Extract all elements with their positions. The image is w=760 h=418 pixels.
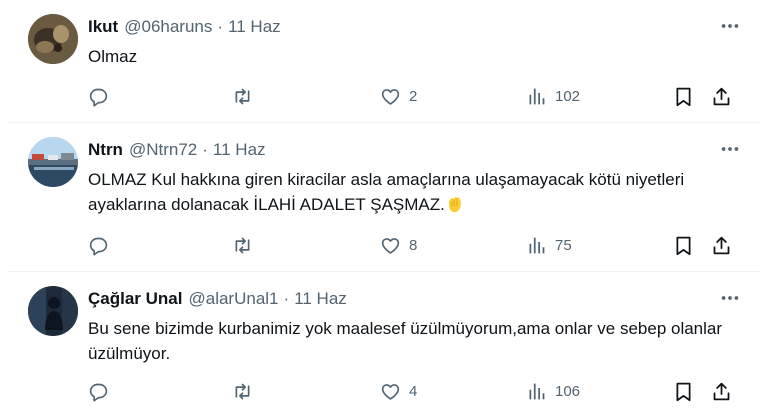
- bookmark-button[interactable]: [673, 379, 694, 403]
- reply-button[interactable]: [88, 233, 117, 257]
- retweet-button[interactable]: [232, 379, 261, 403]
- retweet-icon: [235, 88, 250, 104]
- heart-icon: [381, 383, 400, 400]
- display-name[interactable]: Ntrn: [88, 140, 123, 160]
- more-horizontal-icon: [721, 24, 739, 28]
- share-upload-icon: [713, 382, 730, 400]
- bookmark-button[interactable]: [673, 84, 694, 108]
- like-button[interactable]: 4: [380, 379, 417, 403]
- reply-button[interactable]: [88, 379, 117, 403]
- separator-dot: ·: [283, 289, 290, 308]
- like-button[interactable]: 2: [380, 84, 417, 108]
- share-button[interactable]: [711, 379, 732, 403]
- like-count: 8: [409, 236, 418, 254]
- avatar[interactable]: [28, 137, 78, 187]
- tweet-text: Olmaz: [88, 47, 138, 66]
- bookmark-icon: [676, 236, 691, 255]
- timestamp[interactable]: 11 Haz: [213, 140, 266, 160]
- like-count: 4: [409, 382, 418, 400]
- views-count: 106: [555, 382, 581, 400]
- share-upload-icon: [713, 236, 730, 254]
- views-button[interactable]: 102: [526, 84, 580, 108]
- retweet-button[interactable]: [232, 84, 261, 108]
- heart-icon: [381, 237, 400, 254]
- share-button[interactable]: [711, 84, 732, 108]
- reply-bubble-icon: [89, 88, 108, 107]
- views-chart-icon: [529, 88, 545, 104]
- retweet-icon: [235, 237, 250, 253]
- views-chart-icon: [529, 383, 545, 399]
- clapping-hands-icon: [448, 197, 461, 213]
- reply-bubble-icon: [89, 383, 108, 402]
- user-handle[interactable]: @06haruns: [124, 17, 212, 37]
- bookmark-button[interactable]: [673, 233, 694, 257]
- tweet[interactable]: Ntrn @Ntrn72 · 11 Haz OLMAZ Kul hakkına …: [8, 123, 760, 272]
- avatar[interactable]: [28, 14, 78, 64]
- like-count: 2: [409, 87, 418, 105]
- tweet-header: Ntrn @Ntrn72 · 11 Haz: [88, 139, 266, 161]
- tweet-actions: 8 75: [88, 233, 746, 257]
- tweet-text: OLMAZ Kul hakkına giren kiracilar asla a…: [88, 170, 685, 214]
- tweet-actions: 4 106: [88, 379, 746, 403]
- tweet[interactable]: Çağlar Unal @alarUnal1 · 11 Haz Bu sene …: [8, 272, 760, 418]
- reply-button[interactable]: [88, 84, 117, 108]
- more-button[interactable]: [718, 16, 742, 36]
- share-upload-icon: [713, 87, 730, 105]
- avatar[interactable]: [28, 286, 78, 336]
- retweet-button[interactable]: [232, 233, 261, 257]
- share-button[interactable]: [711, 233, 732, 257]
- separator-dot: ·: [202, 140, 208, 159]
- views-button[interactable]: 106: [526, 379, 580, 403]
- timestamp[interactable]: 11 Haz: [294, 289, 347, 309]
- tweet-header: Ikut @06haruns · 11 Haz: [88, 16, 281, 38]
- like-button[interactable]: 8: [380, 233, 417, 257]
- user-handle[interactable]: @alarUnal1: [188, 289, 278, 309]
- views-chart-icon: [529, 237, 545, 253]
- display-name[interactable]: Çağlar Unal: [88, 289, 182, 309]
- display-name[interactable]: Ikut: [88, 17, 118, 37]
- reply-bubble-icon: [89, 237, 108, 256]
- more-horizontal-icon: [721, 147, 739, 151]
- more-horizontal-icon: [721, 296, 739, 300]
- retweet-icon: [235, 383, 250, 399]
- separator-dot: ·: [217, 17, 224, 36]
- reply-feed: Ikut @06haruns · 11 Haz Olmaz 2 102 Ntrn…: [8, 0, 760, 418]
- views-button[interactable]: 75: [526, 233, 572, 257]
- tweet-actions: 2 102: [88, 84, 746, 108]
- bookmark-icon: [676, 87, 691, 106]
- views-count: 75: [555, 236, 572, 254]
- heart-icon: [381, 88, 400, 105]
- timestamp[interactable]: 11 Haz: [228, 17, 281, 37]
- tweet-header: Çağlar Unal @alarUnal1 · 11 Haz: [88, 288, 347, 310]
- tweet[interactable]: Ikut @06haruns · 11 Haz Olmaz 2 102: [8, 0, 760, 123]
- bookmark-icon: [676, 382, 691, 401]
- more-button[interactable]: [718, 139, 742, 159]
- user-handle[interactable]: @Ntrn72: [129, 140, 197, 160]
- views-count: 102: [555, 87, 581, 105]
- tweet-text: Bu sene bizimde kurbanimiz yok maalesef …: [88, 319, 723, 363]
- more-button[interactable]: [718, 288, 742, 308]
